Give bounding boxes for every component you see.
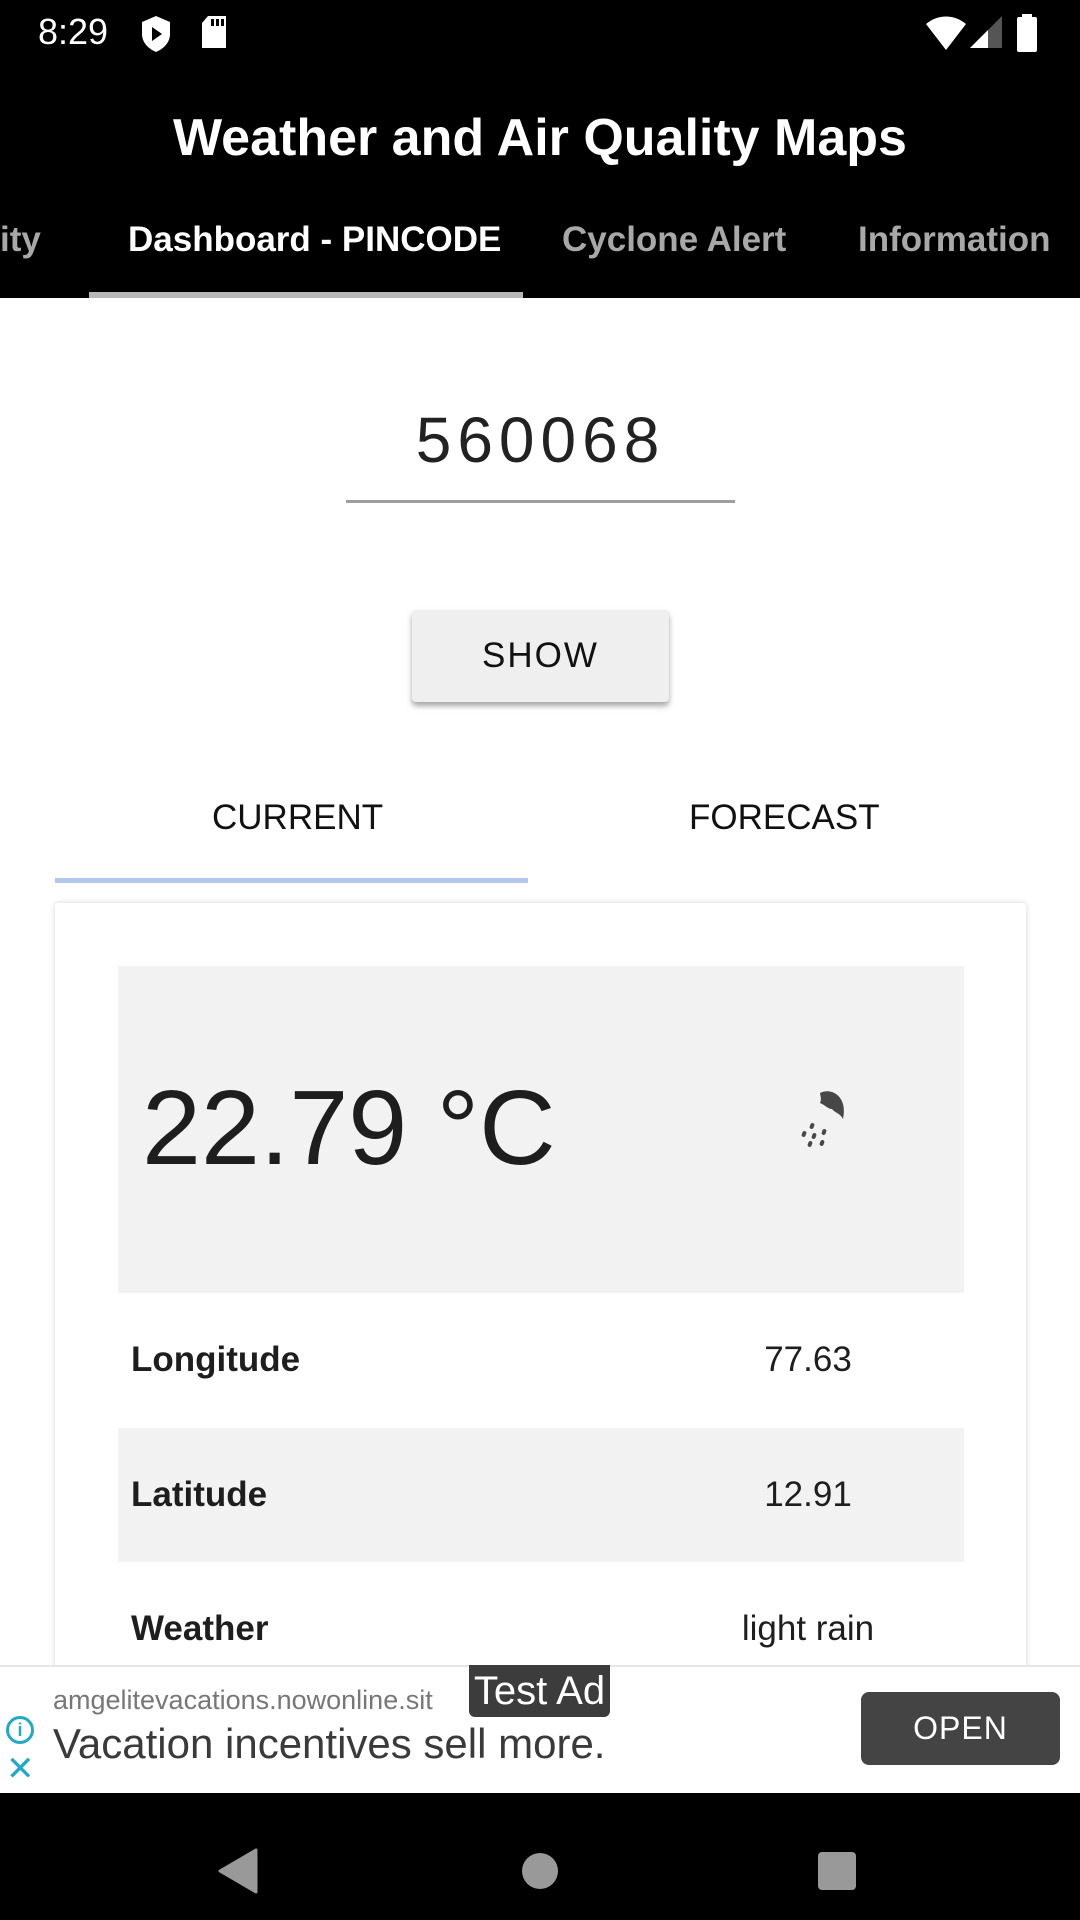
row-label: Longitude [131, 1340, 301, 1379]
ad-info-icon[interactable]: i [6, 1716, 34, 1744]
wifi-icon [926, 16, 966, 50]
subtab-forecast[interactable]: FORECAST [689, 796, 880, 840]
test-ad-badge: Test Ad [469, 1665, 610, 1717]
ad-url: amgelitevacations.nowonline.sit [53, 1685, 433, 1715]
show-button[interactable]: SHOW [412, 610, 669, 702]
ad-close-icon[interactable]: ✕ [6, 1752, 35, 1786]
back-icon[interactable] [218, 1848, 258, 1894]
tab-cyclone-alert[interactable]: Cyclone Alert [562, 218, 786, 262]
subtab-indicator [55, 878, 528, 883]
pincode-input[interactable]: 560068 [346, 400, 735, 480]
tab-indicator [89, 292, 523, 298]
temperature-value: 22.79 °C [142, 1069, 556, 1187]
tab-air-quality[interactable]: ity [0, 218, 41, 262]
ad-headline[interactable]: Vacation incentives sell more. [53, 1720, 605, 1768]
row-label: Latitude [131, 1475, 268, 1514]
system-nav-bar [0, 1793, 1080, 1920]
play-protect-shield-icon [142, 16, 170, 52]
info-row-longitude: Longitude 77.63 [118, 1293, 964, 1427]
cell-signal-icon [970, 16, 1002, 48]
home-icon[interactable] [520, 1851, 560, 1891]
app-title: Weather and Air Quality Maps [173, 109, 907, 167]
battery-icon [1017, 14, 1037, 52]
sd-card-icon [202, 16, 226, 48]
row-value: 12.91 [764, 1475, 852, 1514]
subtab-current[interactable]: CURRENT [212, 796, 383, 840]
status-time: 8:29 [38, 11, 109, 52]
tab-information[interactable]: Information [858, 218, 1050, 262]
pincode-input-underline [346, 500, 735, 503]
info-row-latitude: Latitude 12.91 [118, 1428, 964, 1562]
light-rain-icon [801, 1091, 844, 1147]
row-value: 77.63 [764, 1340, 852, 1379]
ad-open-button[interactable]: OPEN [861, 1692, 1060, 1765]
status-bar: 8:29 [0, 0, 1080, 100]
tab-dashboard-pincode[interactable]: Dashboard - PINCODE [128, 218, 501, 262]
recents-icon[interactable] [817, 1851, 857, 1891]
